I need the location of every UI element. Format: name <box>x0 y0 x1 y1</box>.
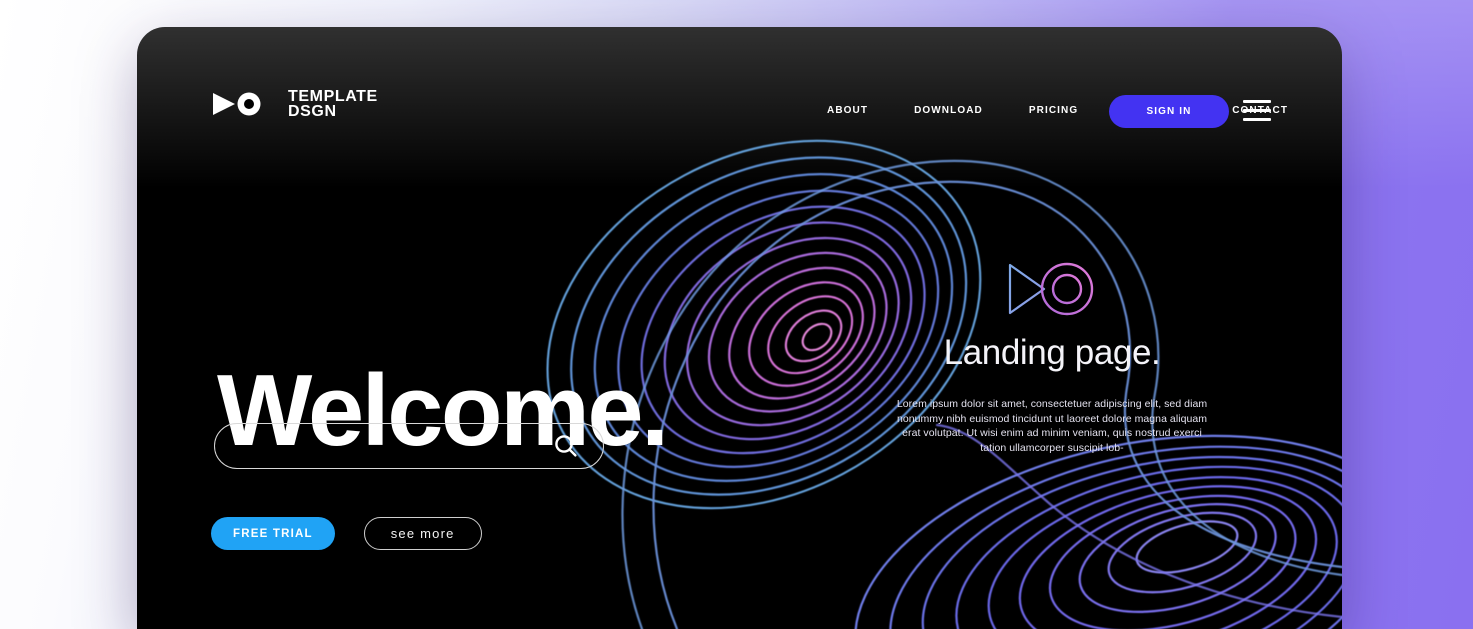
free-trial-button[interactable]: FREE TRIAL <box>211 517 335 550</box>
nav-item-pricing[interactable]: PRICING <box>1029 105 1078 116</box>
side-panel-body: Lorem ipsum dolor sit amet, consectetuer… <box>896 398 1208 454</box>
hero-card: TEMPLATE DSGN ABOUT DOWNLOAD PRICING FEA… <box>137 27 1342 629</box>
brand-logo[interactable]: TEMPLATE DSGN <box>211 89 378 120</box>
hero-cta-row: FREE TRIAL see more <box>211 517 482 550</box>
site-header: TEMPLATE DSGN ABOUT DOWNLOAD PRICING FEA… <box>137 27 1342 147</box>
brand-name: TEMPLATE DSGN <box>288 89 378 120</box>
hamburger-menu-icon[interactable] <box>1243 100 1271 122</box>
side-panel-title: Landing page. <box>943 333 1161 372</box>
nav-item-about[interactable]: ABOUT <box>827 105 868 116</box>
nav-item-download[interactable]: DOWNLOAD <box>914 105 983 116</box>
side-logo-mark <box>847 257 1257 321</box>
hamburger-bar <box>1243 109 1271 112</box>
brand-line-2: DSGN <box>288 103 337 120</box>
see-more-button[interactable]: see more <box>363 517 482 550</box>
hamburger-bar <box>1243 100 1271 103</box>
page-background: TEMPLATE DSGN ABOUT DOWNLOAD PRICING FEA… <box>0 0 1473 629</box>
play-triangle-ring-outline-icon <box>1008 262 1094 316</box>
search-input[interactable] <box>215 438 553 454</box>
hamburger-bar <box>1243 118 1271 121</box>
sign-in-button[interactable]: SIGN IN <box>1109 95 1229 128</box>
landing-page-panel: Landing page. Lorem ipsum dolor sit amet… <box>847 257 1257 466</box>
search-bar[interactable] <box>214 423 604 469</box>
search-icon[interactable] <box>553 433 579 459</box>
play-triangle-ring-logo-icon <box>213 92 261 116</box>
